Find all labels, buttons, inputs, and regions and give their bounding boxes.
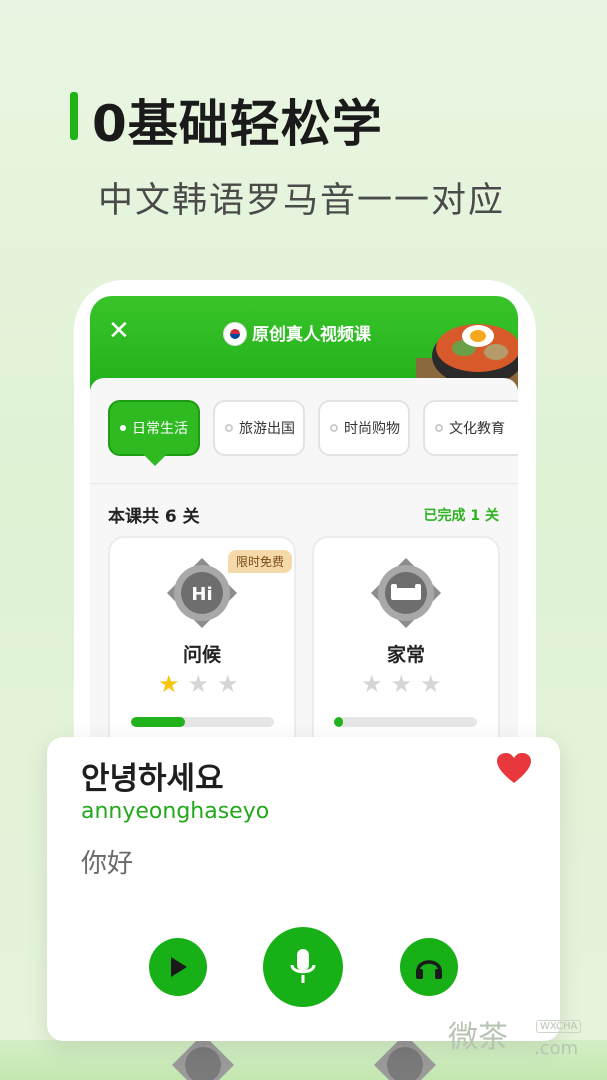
category-label: 文化教育 xyxy=(449,421,505,437)
header-title: 原创真人视频课 xyxy=(252,325,371,345)
lesson-label: 问候 xyxy=(182,644,221,666)
bibimbap-image xyxy=(416,324,518,388)
play-button[interactable] xyxy=(149,938,207,996)
category-label: 时尚购物 xyxy=(344,421,400,437)
close-icon[interactable]: ✕ xyxy=(108,316,130,346)
category-tab-culture[interactable]: 文化教育 xyxy=(423,400,518,456)
free-badge: 限时免费 xyxy=(228,550,293,573)
lesson-label: 家常 xyxy=(386,644,425,666)
radio-dot xyxy=(120,425,126,431)
completed-count: 已完成 1 关 xyxy=(423,508,500,524)
star-filled-icon: ★ xyxy=(158,670,180,698)
headphones-icon xyxy=(416,960,442,979)
korean-phrase: 안녕하세요 xyxy=(81,761,224,797)
star-empty-icon: ★ xyxy=(420,670,442,698)
watermark-badge: WXCHA xyxy=(536,1020,582,1033)
watermark-text: 微茶 xyxy=(448,1020,508,1055)
sofa-medal-icon xyxy=(371,558,441,628)
star-rating: ★ ★ ★ xyxy=(158,672,239,696)
star-empty-icon: ★ xyxy=(361,670,383,698)
heart-icon[interactable] xyxy=(497,753,531,785)
star-rating: ★ ★ ★ xyxy=(361,672,442,696)
phrase-sheet: 안녕하세요 annyeonghaseyo 你好 xyxy=(47,737,560,1041)
hero-title: 0基础轻松学 xyxy=(92,95,383,153)
romanization: annyeonghaseyo xyxy=(81,799,270,824)
svg-text:Hi: Hi xyxy=(191,584,212,605)
lesson-progress xyxy=(131,717,274,727)
radio-dot xyxy=(225,424,233,432)
hero-accent-bar xyxy=(70,92,78,140)
category-tab-travel[interactable]: 旅游出国 xyxy=(213,400,305,456)
star-empty-icon: ★ xyxy=(187,670,210,698)
korea-flag-icon xyxy=(223,322,247,346)
category-tab-active-pointer xyxy=(143,454,167,466)
radio-dot xyxy=(435,424,443,432)
bottom-background xyxy=(0,1040,607,1080)
category-tab-daily[interactable]: 日常生活 xyxy=(108,400,200,456)
hero-subtitle: 中文韩语罗马音一一对应 xyxy=(98,181,506,221)
microphone-icon xyxy=(290,949,316,983)
listen-button[interactable] xyxy=(400,938,458,996)
panel-divider xyxy=(90,483,518,484)
chinese-meaning: 你好 xyxy=(81,849,134,879)
lesson-progress xyxy=(334,717,477,727)
radio-dot xyxy=(330,424,338,432)
record-button[interactable] xyxy=(263,927,343,1007)
watermark-domain: .com xyxy=(534,1038,579,1059)
star-empty-icon: ★ xyxy=(217,670,239,698)
course-count: 本课共 6 关 xyxy=(108,507,200,527)
category-label: 日常生活 xyxy=(132,421,188,437)
category-label: 旅游出国 xyxy=(239,421,295,437)
course-header: ✕ 原创真人视频课 xyxy=(90,296,518,390)
category-tab-shopping[interactable]: 时尚购物 xyxy=(318,400,410,456)
play-icon xyxy=(171,957,187,977)
star-empty-icon: ★ xyxy=(390,670,413,698)
